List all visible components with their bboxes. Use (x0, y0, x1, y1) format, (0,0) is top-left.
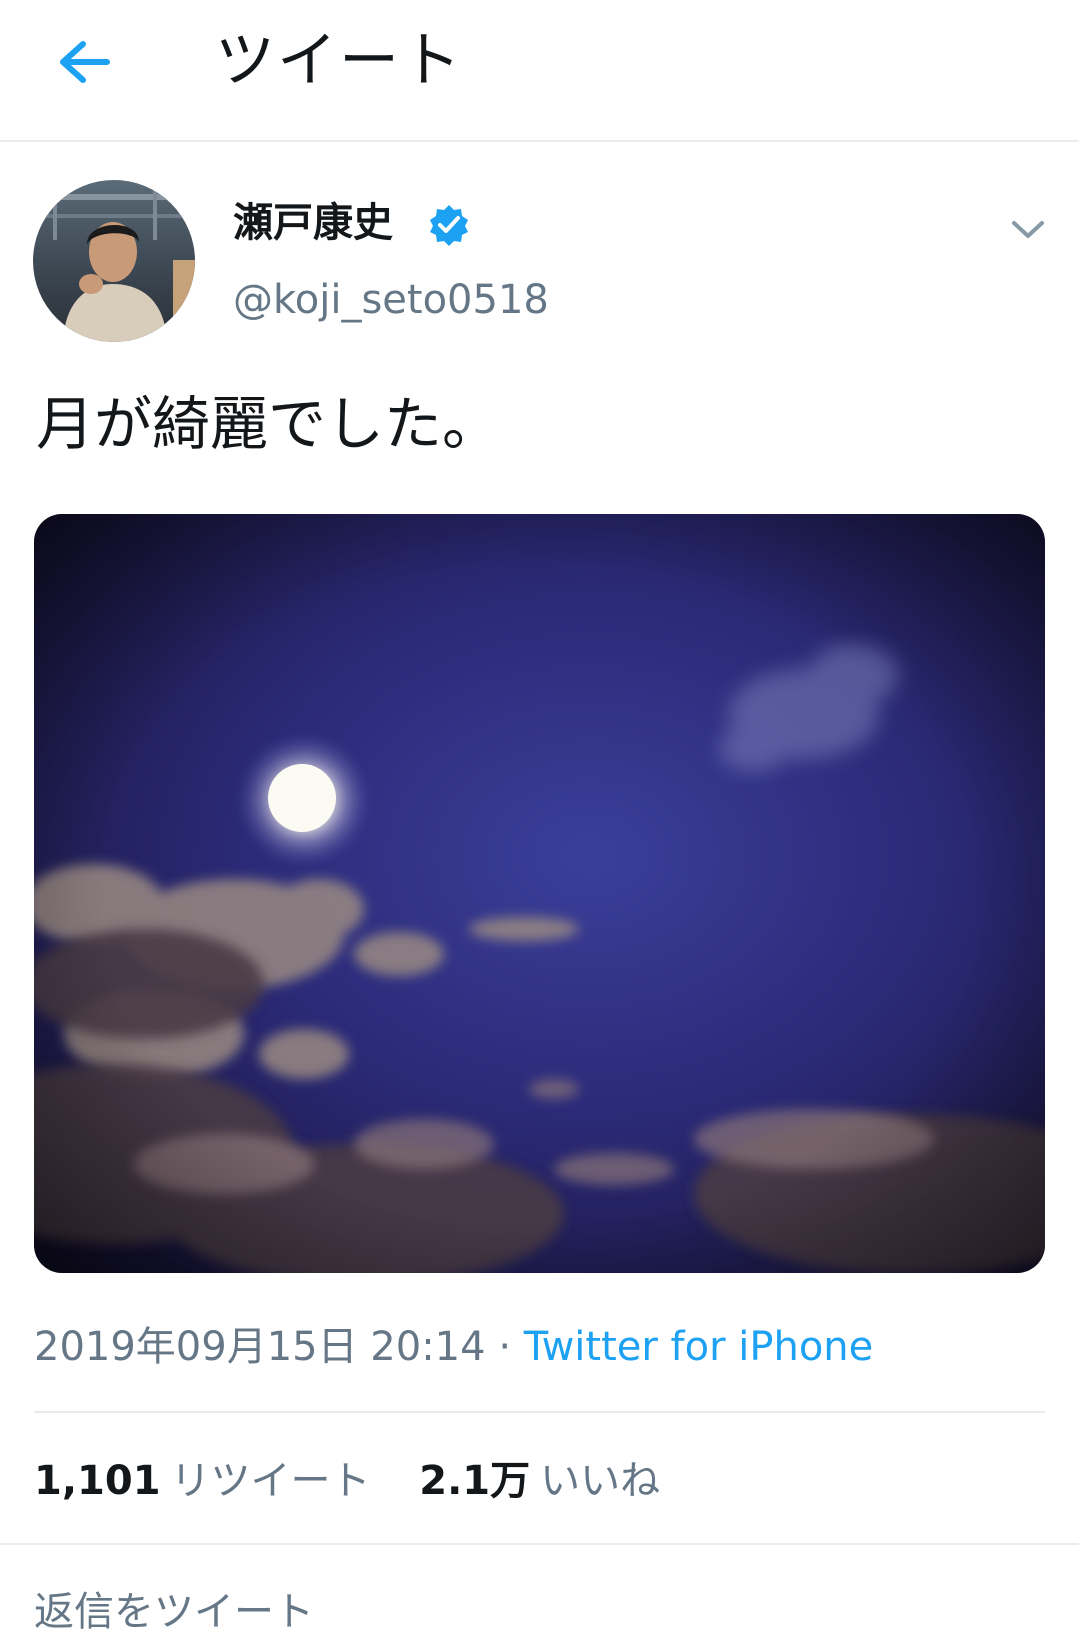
arrow-left-icon (60, 41, 110, 83)
divider (0, 1543, 1079, 1545)
author-name[interactable]: 瀬戸康史 (233, 195, 393, 251)
reply-input[interactable]: 返信をツイート (34, 1583, 314, 1641)
likes-count: 2.1万 (419, 1458, 531, 1504)
divider (34, 1411, 1045, 1413)
tweet-stats: 1,101 リツイート 2.1万 いいね (34, 1452, 660, 1510)
likes-label: いいね (540, 1458, 661, 1504)
tweet-source-link[interactable]: Twitter for iPhone (524, 1324, 874, 1370)
tweet-photo[interactable] (34, 514, 1045, 1273)
tweet-meta: 2019年09月15日 20:14 · Twitter for iPhone (34, 1318, 873, 1376)
chevron-down-icon (1012, 221, 1044, 238)
more-options-button[interactable] (1000, 202, 1056, 258)
avatar[interactable] (33, 180, 195, 342)
tweet-text: 月が綺麗でした。 (36, 390, 501, 458)
likes-stat[interactable]: 2.1万 いいね (419, 1452, 660, 1510)
page-title: ツイート (215, 26, 463, 96)
tweet-timestamp[interactable]: 2019年09月15日 20:14 (34, 1324, 486, 1370)
app-header: ツイート (0, 0, 1079, 142)
moon-night-sky-image (34, 514, 1045, 1273)
retweets-stat[interactable]: 1,101 リツイート (34, 1452, 371, 1510)
meta-separator: · (498, 1324, 512, 1370)
avatar-image (33, 180, 195, 342)
verified-badge-icon (430, 205, 468, 246)
author-handle[interactable]: @koji_seto0518 (233, 272, 549, 328)
retweets-count: 1,101 (34, 1458, 161, 1504)
retweets-label: リツイート (170, 1458, 371, 1504)
back-button[interactable] (40, 22, 130, 102)
